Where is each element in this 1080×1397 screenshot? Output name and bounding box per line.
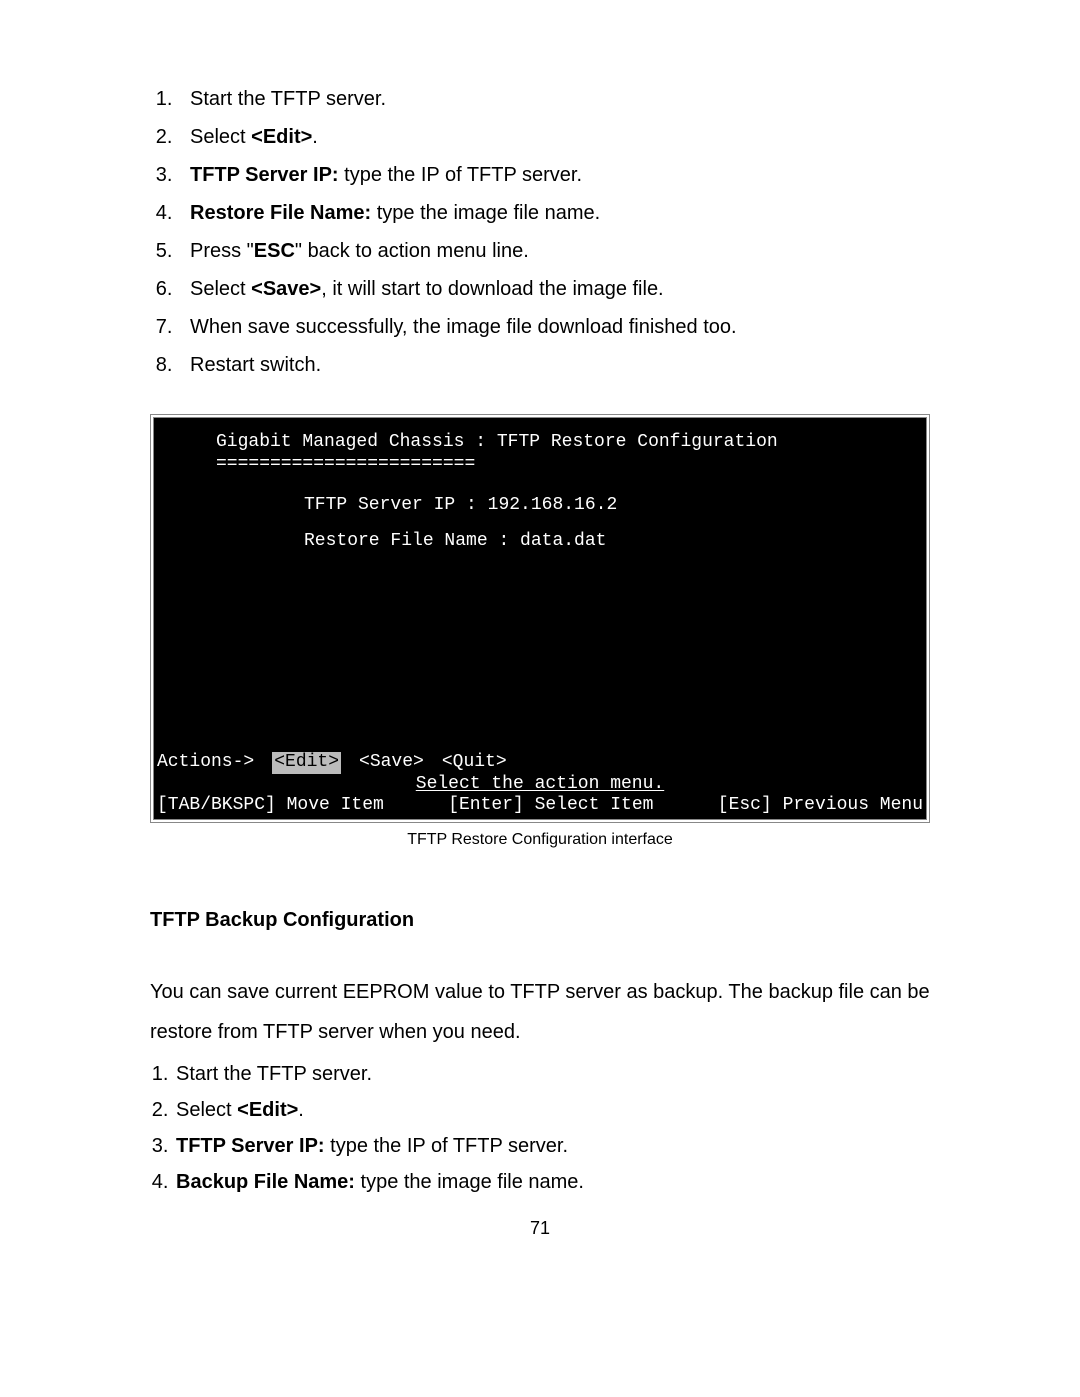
footer-select-item: [Enter] Select Item bbox=[448, 795, 653, 817]
restore-file-value[interactable]: data.dat bbox=[520, 531, 606, 551]
restore-steps-list: Start the TFTP server. Select <Edit>. TF… bbox=[150, 80, 930, 384]
section-paragraph: You can save current EEPROM value to TFT… bbox=[150, 972, 930, 1052]
document-page: Start the TFTP server. Select <Edit>. TF… bbox=[0, 0, 1080, 1279]
step-bold: Backup File Name: bbox=[176, 1171, 355, 1193]
list-item: When save successfully, the image file d… bbox=[178, 308, 930, 346]
list-item: Select <Edit>. bbox=[178, 118, 930, 156]
step-text: When save successfully, the image file d… bbox=[190, 316, 737, 338]
terminal-body: Gigabit Managed Chassis : TFTP Restore C… bbox=[154, 418, 926, 752]
terminal-hint: Select the action menu. bbox=[154, 774, 926, 796]
step-text: Restart switch. bbox=[190, 354, 321, 376]
step-text: Select bbox=[190, 126, 251, 148]
list-item: TFTP Server IP: type the IP of TFTP serv… bbox=[174, 1128, 930, 1164]
footer-move-item: [TAB/BKSPC] Move Item bbox=[157, 795, 384, 817]
step-text: Select bbox=[190, 278, 251, 300]
terminal-rule: ======================== bbox=[174, 454, 906, 476]
step-text: type the image file name. bbox=[355, 1171, 584, 1193]
step-bold: TFTP Server IP: bbox=[190, 164, 339, 186]
list-item: Restart switch. bbox=[178, 346, 930, 384]
step-text: Start the TFTP server. bbox=[176, 1063, 372, 1085]
terminal-title: Gigabit Managed Chassis : TFTP Restore C… bbox=[174, 432, 906, 454]
list-item: Backup File Name: type the image file na… bbox=[174, 1164, 930, 1200]
step-text: , it will start to download the image fi… bbox=[321, 278, 663, 300]
list-item: TFTP Server IP: type the IP of TFTP serv… bbox=[178, 156, 930, 194]
step-bold: <Save> bbox=[251, 278, 321, 300]
list-item: Select <Save>, it will start to download… bbox=[178, 270, 930, 308]
list-item: Select <Edit>. bbox=[174, 1092, 930, 1128]
step-text: type the IP of TFTP server. bbox=[339, 164, 582, 186]
tftp-ip-row: TFTP Server IP : 192.168.16.2 bbox=[174, 495, 906, 517]
terminal-screen: Gigabit Managed Chassis : TFTP Restore C… bbox=[154, 418, 926, 819]
step-bold: <Edit> bbox=[237, 1099, 298, 1121]
list-item: Restore File Name: type the image file n… bbox=[178, 194, 930, 232]
step-text: " back to action menu line. bbox=[295, 240, 529, 262]
terminal-footer: [TAB/BKSPC] Move Item [Enter] Select Ite… bbox=[154, 795, 926, 819]
sep: : bbox=[455, 495, 487, 515]
section-title: TFTP Backup Configuration bbox=[150, 909, 930, 932]
tftp-ip-value[interactable]: 192.168.16.2 bbox=[488, 495, 618, 515]
step-bold: TFTP Server IP: bbox=[176, 1135, 325, 1157]
step-bold: <Edit> bbox=[251, 126, 312, 148]
step-text: Start the TFTP server. bbox=[190, 88, 386, 110]
terminal-frame: Gigabit Managed Chassis : TFTP Restore C… bbox=[150, 414, 930, 823]
footer-previous-menu: [Esc] Previous Menu bbox=[718, 795, 923, 817]
restore-file-row: Restore File Name : data.dat bbox=[174, 531, 906, 553]
list-item: Start the TFTP server. bbox=[174, 1056, 930, 1092]
terminal-actions-bar: Actions-> <Edit> <Save> <Quit> bbox=[154, 752, 926, 774]
quit-action[interactable]: <Quit> bbox=[442, 752, 507, 774]
step-text: . bbox=[298, 1099, 304, 1121]
sep: : bbox=[488, 531, 520, 551]
step-text: type the image file name. bbox=[371, 202, 600, 224]
list-item: Start the TFTP server. bbox=[178, 80, 930, 118]
step-bold: Restore File Name: bbox=[190, 202, 371, 224]
step-text: type the IP of TFTP server. bbox=[325, 1135, 568, 1157]
backup-steps-list: Start the TFTP server. Select <Edit>. TF… bbox=[150, 1056, 930, 1200]
tftp-ip-label: TFTP Server IP bbox=[304, 495, 455, 515]
figure-caption: TFTP Restore Configuration interface bbox=[150, 831, 930, 849]
save-action[interactable]: <Save> bbox=[359, 752, 424, 774]
list-item: Press "ESC" back to action menu line. bbox=[178, 232, 930, 270]
step-bold: ESC bbox=[254, 240, 295, 262]
restore-file-label: Restore File Name bbox=[304, 531, 488, 551]
step-text: . bbox=[312, 126, 318, 148]
step-text: Press " bbox=[190, 240, 254, 262]
edit-action[interactable]: <Edit> bbox=[272, 752, 341, 774]
page-number: 71 bbox=[150, 1218, 930, 1239]
step-text: Select bbox=[176, 1099, 237, 1121]
actions-label: Actions-> bbox=[157, 752, 254, 774]
